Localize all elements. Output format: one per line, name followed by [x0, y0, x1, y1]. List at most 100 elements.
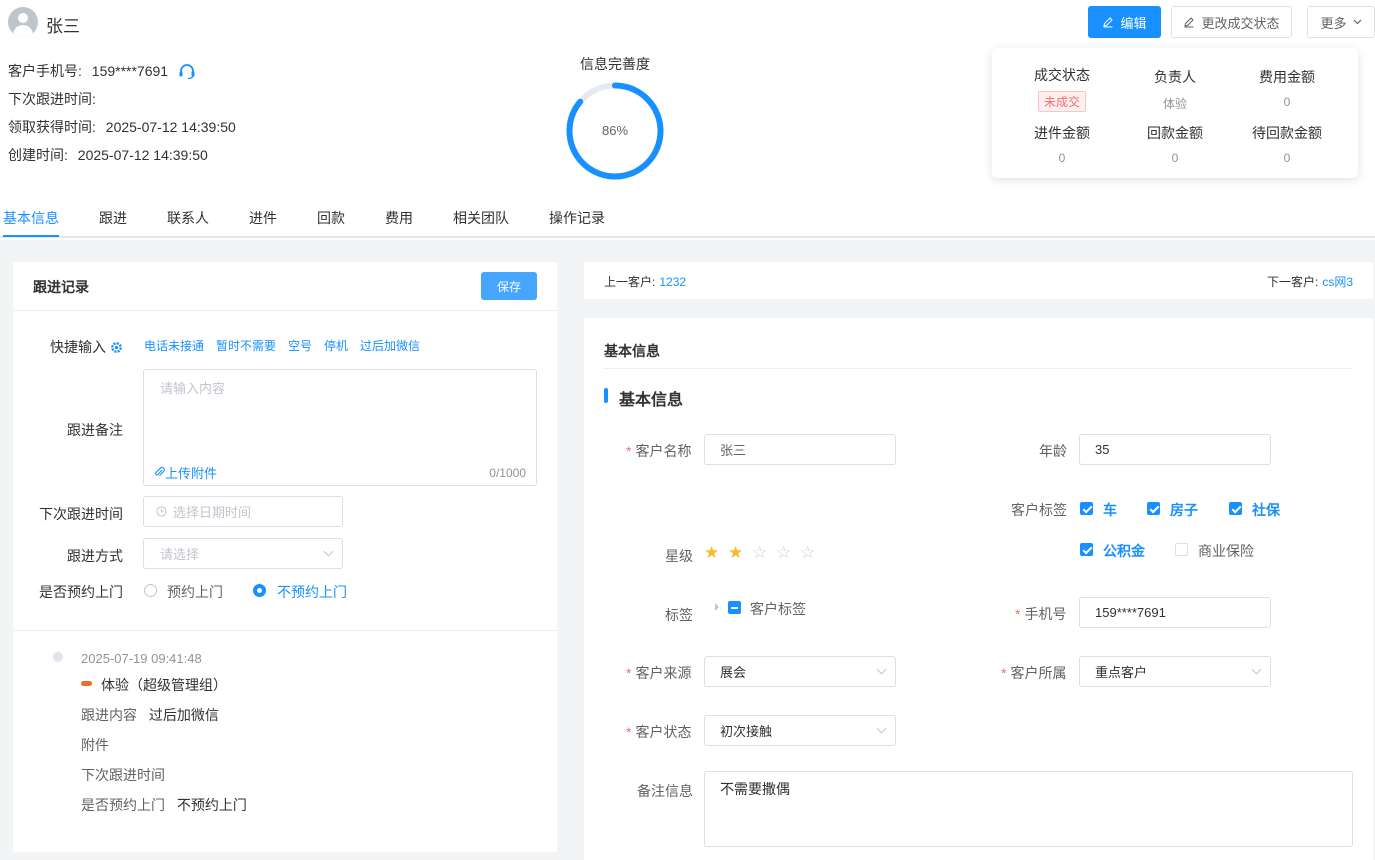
tag-label-commercial-insurance[interactable]: 商业保险: [1198, 541, 1254, 561]
radio-visit-label[interactable]: 预约上门: [167, 582, 223, 602]
quick-item-suspended[interactable]: 停机: [324, 337, 348, 354]
save-button[interactable]: 保存: [481, 272, 537, 300]
method-label: 跟进方式: [67, 548, 123, 564]
tag-tree-checkbox[interactable]: [728, 601, 741, 614]
next-customer-link[interactable]: cs网3: [1322, 275, 1353, 289]
belong-label: * 客户所属: [1001, 665, 1067, 681]
stat-deal-status: 成交状态 未成交: [1001, 65, 1123, 112]
pencil-icon: [1184, 17, 1195, 28]
stat-income: 进件金额 0: [1001, 123, 1123, 165]
follow-panel-title: 跟进记录: [33, 279, 89, 295]
phone-input[interactable]: 159****7691: [1079, 597, 1271, 628]
status-label-text: 客户状态: [635, 724, 692, 740]
timeline-content-value: 过后加微信: [148, 707, 219, 723]
stat-value: 0: [1283, 151, 1291, 165]
radio-no-visit[interactable]: [253, 584, 266, 597]
more-button[interactable]: 更多: [1307, 6, 1375, 38]
tag-label: 标签: [665, 607, 693, 623]
chevron-down-icon: [1353, 19, 1361, 25]
tab-fee[interactable]: 费用: [385, 208, 413, 228]
upload-label: 上传附件: [165, 466, 218, 481]
quick-item-not-needed[interactable]: 暂时不需要: [216, 337, 276, 354]
claim-time-label: 领取获得时间:: [8, 119, 96, 135]
pencil-icon: [1103, 17, 1114, 28]
source-select[interactable]: 展会: [704, 656, 896, 687]
section-marker: [604, 388, 608, 403]
change-status-button[interactable]: 更改成交状态: [1171, 6, 1292, 38]
tab-operation-log[interactable]: 操作记录: [549, 208, 605, 228]
stat-pending-refund: 待回款金额 0: [1226, 123, 1348, 165]
chevron-down-icon: [1251, 664, 1262, 675]
star-icon[interactable]: ★: [728, 544, 743, 561]
name-input[interactable]: 张三: [704, 434, 896, 465]
tag-tree-label[interactable]: 客户标签: [750, 599, 806, 619]
remark-textarea[interactable]: 请输入内容 上传附件 0/1000: [143, 369, 537, 486]
age-label: 年龄: [1039, 443, 1067, 459]
timeline-attach-label: 附件: [81, 737, 109, 753]
chevron-down-icon: [323, 546, 334, 557]
caret-right-icon[interactable]: [714, 603, 720, 611]
star-icon[interactable]: ☆: [800, 544, 815, 561]
radio-visit[interactable]: [144, 584, 157, 597]
prev-customer-link[interactable]: 1232: [659, 275, 686, 289]
star-icon[interactable]: ☆: [776, 544, 791, 561]
stat-value: 0: [1283, 95, 1291, 109]
prev-customer: 上一客户: 1232: [604, 273, 686, 290]
note-value: 不需要撒偶: [720, 781, 790, 797]
chevron-down-icon: [876, 723, 887, 734]
tab-income[interactable]: 进件: [249, 208, 277, 228]
created-label: 创建时间:: [8, 147, 68, 163]
stat-label: 费用金额: [1259, 69, 1315, 85]
tag-label-social-security[interactable]: 社保: [1252, 500, 1280, 520]
age-input[interactable]: 35: [1079, 434, 1271, 465]
change-status-label: 更改成交状态: [1201, 15, 1280, 31]
star-icon[interactable]: ★: [704, 544, 719, 561]
claim-time-row: 领取获得时间: 2025-07-12 14:39:50: [8, 117, 236, 137]
belong-select[interactable]: 重点客户: [1079, 656, 1271, 687]
status-select[interactable]: 初次接触: [704, 715, 896, 746]
next-time-picker[interactable]: 选择日期时间: [143, 496, 343, 527]
tab-follow[interactable]: 跟进: [99, 208, 127, 228]
gear-icon[interactable]: [110, 341, 123, 354]
chevron-down-icon: [876, 664, 887, 675]
quick-item-no-answer[interactable]: 电话未接通: [144, 337, 204, 354]
basic-info-panel-title: 基本信息: [604, 343, 660, 359]
created-value: 2025-07-12 14:39:50: [77, 147, 208, 163]
char-counter: 0/1000: [489, 466, 526, 480]
quick-item-wechat-later[interactable]: 过后加微信: [360, 337, 420, 354]
radio-no-visit-label[interactable]: 不预约上门: [277, 582, 347, 602]
status-value: 初次接触: [720, 724, 773, 739]
divider: [13, 310, 557, 311]
tag-label-housing-fund[interactable]: 公积金: [1103, 541, 1145, 561]
upload-attachment-link[interactable]: 上传附件: [154, 463, 217, 482]
star-icon[interactable]: ☆: [752, 544, 767, 561]
stat-fee: 费用金额 0: [1226, 67, 1348, 109]
tag-checkbox-car[interactable]: [1080, 502, 1093, 515]
method-select[interactable]: 请选择: [143, 538, 343, 569]
headset-icon[interactable]: [178, 63, 196, 80]
remark-placeholder: 请输入内容: [160, 381, 226, 396]
quick-input-text: 快捷输入: [50, 339, 106, 355]
tag-checkbox-social-security[interactable]: [1229, 502, 1242, 515]
tag-checkbox-commercial-insurance[interactable]: [1175, 543, 1188, 556]
tab-bar: 基本信息 跟进 联系人 进件 回款 费用 相关团队 操作记录: [0, 200, 1375, 238]
quick-item-empty-number[interactable]: 空号: [288, 337, 312, 354]
divider: [13, 630, 557, 631]
tag-checkbox-house[interactable]: [1147, 502, 1160, 515]
section-title: 基本信息: [619, 392, 684, 409]
name-label-text: 客户名称: [635, 443, 692, 459]
note-textarea[interactable]: 不需要撒偶: [704, 771, 1353, 847]
tab-basic-info[interactable]: 基本信息: [3, 208, 59, 228]
tab-contacts[interactable]: 联系人: [167, 208, 209, 228]
tag-label-car[interactable]: 车: [1103, 500, 1117, 520]
tab-refund[interactable]: 回款: [317, 208, 345, 228]
tab-team[interactable]: 相关团队: [453, 208, 509, 228]
edit-button-label: 编辑: [1120, 15, 1147, 31]
edit-button[interactable]: 编辑: [1088, 6, 1161, 38]
name-label: * 客户名称: [626, 443, 692, 459]
stat-label: 回款金额: [1147, 125, 1203, 141]
tag-label-house[interactable]: 房子: [1170, 500, 1198, 520]
tag-checkbox-housing-fund[interactable]: [1080, 543, 1093, 556]
stats-card: 成交状态 未成交 负责人 体验 费用金额 0 进件金额 0 回款金额 0 待回款…: [992, 48, 1358, 178]
next-customer: 下一客户: cs网3: [1267, 273, 1353, 290]
